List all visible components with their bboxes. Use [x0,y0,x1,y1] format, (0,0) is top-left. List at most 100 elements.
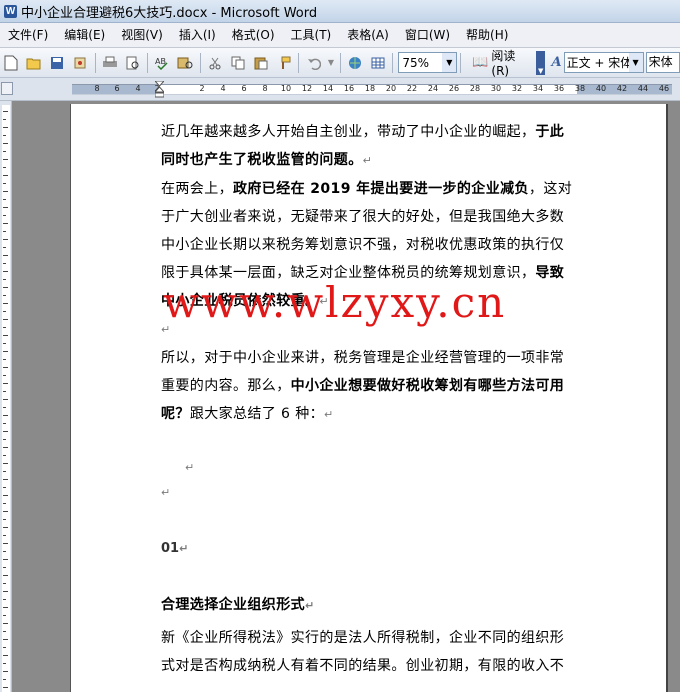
document-area[interactable]: 近几年越来越多人开始自主创业，带动了中小企业的崛起，于此同时也产生了税收监管的问… [12,101,680,692]
tab-selector[interactable] [1,82,13,95]
ruler-tick [3,247,6,248]
horizontal-ruler[interactable]: 8 6 4 2 2 4 6 8 10 12 14 16 18 20 22 24 … [0,78,680,101]
permission-icon[interactable] [70,52,91,74]
ruler-tick [3,191,8,192]
ruler-label: 26 [448,84,460,93]
document-page[interactable]: 近几年越来越多人开始自主创业，带动了中小企业的崛起，于此同时也产生了税收监管的问… [70,104,668,692]
chevron-down-icon[interactable]: ▼ [628,53,643,72]
ruler-tick [3,647,6,648]
ruler-label: 2 [199,84,205,93]
print-icon[interactable] [99,52,120,74]
style-value: 正文 + 宋体 [566,56,629,70]
ruler-tick [3,135,6,136]
standard-toolbar: AB ▼ 75% ▼ 📖 阅读(R) ▼ A 正文 + 宋体 ▼ 宋体 [0,48,680,78]
menu-edit[interactable]: 编辑(E) [56,23,113,48]
read-button-label: 阅读(R) [491,49,516,78]
chevron-down-icon[interactable]: ▼ [442,53,457,72]
paragraph[interactable]: 近几年越来越多人开始自主创业，带动了中小企业的崛起，于此同时也产生了税收监管的问… [161,118,577,175]
open-folder-icon[interactable] [24,52,45,74]
research-icon[interactable] [175,52,196,74]
hyperlink-icon[interactable] [345,52,366,74]
spelling-icon[interactable]: AB [152,52,173,74]
menu-insert[interactable]: 插入(I) [171,23,224,48]
toolbar-separator [460,52,462,73]
read-button[interactable]: 📖 阅读(R) [468,49,534,78]
undo-icon[interactable] [303,52,324,74]
ruler-label: 14 [322,84,334,93]
ruler-tick [3,343,6,344]
menu-window[interactable]: 窗口(W) [397,23,458,48]
ruler-tick [3,367,8,368]
ruler-label: 32 [511,84,523,93]
ruler-tick [3,391,6,392]
ruler-label: 28 [469,84,481,93]
menu-help[interactable]: 帮助(H) [458,23,516,48]
ruler-tick [3,151,6,152]
text-run: 新《企业所得税法》实行的是法人所得税制，企业不同的组织形式对是否构成纳税人有着不… [161,630,565,674]
copy-icon[interactable] [228,52,249,74]
cut-icon[interactable] [205,52,226,74]
paragraph[interactable]: 新《企业所得税法》实行的是法人所得税制，企业不同的组织形式对是否构成纳税人有着不… [161,624,577,680]
ruler-tick [3,359,6,360]
empty-paragraph[interactable] [161,563,577,591]
empty-paragraph[interactable]: ↵ [161,457,577,479]
tables-borders-icon[interactable] [368,52,389,74]
ruler-tick [3,495,8,496]
text-run: 跟大家总结了 6 种： [189,406,325,422]
ruler-tick [3,431,8,432]
empty-paragraph[interactable] [161,507,577,535]
ruler-tick [3,143,8,144]
font-select[interactable]: 宋体 [645,52,680,73]
menu-table[interactable]: 表格(A) [339,23,397,48]
ruler-tick [3,207,8,208]
menu-file[interactable]: 文件(F) [0,23,56,48]
ruler-tick [3,607,8,608]
styles-formatting-icon[interactable]: A [551,55,561,70]
new-document-icon[interactable] [1,52,22,74]
section-number-text: 01 [161,541,180,556]
section-number[interactable]: 01↵ [161,535,577,563]
indent-marker-icon[interactable] [155,81,164,98]
paragraph-mark: ↵ [179,542,189,555]
toolbar-separator [392,52,394,73]
save-icon[interactable] [47,52,68,74]
zoom-select[interactable]: 75% ▼ [398,52,458,73]
watermark-text: www.wlzyxy.cn [163,278,507,327]
ruler-tick [3,231,6,232]
ruler-tick [3,439,6,440]
ruler-tick [3,679,6,680]
undo-dropdown-icon[interactable]: ▼ [326,52,335,74]
empty-paragraph[interactable] [161,429,577,457]
menu-tools[interactable]: 工具(T) [283,23,340,48]
section-heading-text: 合理选择企业组织形式 [161,597,305,613]
vertical-ruler[interactable] [0,101,12,692]
ruler-tick [3,399,8,400]
ruler-tick [3,623,8,624]
toolbar-overflow-icon[interactable]: ▼ [536,50,546,75]
ruler-tick [3,127,8,128]
format-painter-icon[interactable] [273,52,294,74]
section-heading[interactable]: 合理选择企业组织形式↵ [161,591,577,620]
ruler-label: 6 [241,84,247,93]
ruler-tick [3,639,8,640]
print-preview-icon[interactable] [122,52,143,74]
ruler-tick [3,351,8,352]
ruler-tick [3,527,8,528]
menu-format[interactable]: 格式(O) [224,23,283,48]
ruler-tick [3,615,6,616]
ruler-label: 44 [637,84,649,93]
paste-icon[interactable] [251,52,272,74]
ruler-tick [3,183,6,184]
ruler-tick [3,255,8,256]
empty-paragraph[interactable]: ↵ [161,479,577,507]
ruler-label: 6 [114,84,120,93]
paragraph[interactable]: 所以，对于中小企业来讲，税务管理是企业经营管理的一项非常重要的内容。那么，中小企… [161,344,577,429]
document-content[interactable]: 近几年越来越多人开始自主创业，带动了中小企业的崛起，于此同时也产生了税收监管的问… [161,118,577,680]
ruler-label: 20 [385,84,397,93]
menu-view[interactable]: 视图(V) [113,23,171,48]
toolbar-separator [147,52,149,73]
ruler-label: 4 [220,84,226,93]
ruler-tick [3,567,6,568]
style-select[interactable]: 正文 + 宋体 ▼ [563,52,644,73]
ruler-tick [3,503,6,504]
